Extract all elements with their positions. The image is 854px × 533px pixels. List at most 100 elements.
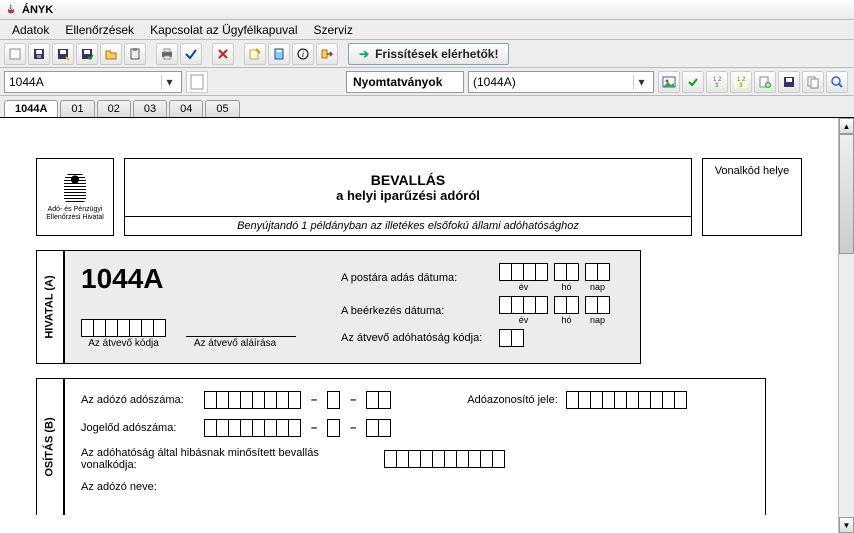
section-b-label: OSÍTÁS (B) <box>36 378 64 515</box>
scroll-thumb[interactable] <box>839 134 854 254</box>
authcode-label: Az átvevő adóhatóság kódja: <box>341 332 491 344</box>
info-icon[interactable]: i <box>292 43 314 65</box>
tab-01[interactable]: 01 <box>60 100 94 117</box>
content-area: ▲ ▼ Adó- és Pénzügyi Ellenőrzési Hivatal… <box>0 118 854 533</box>
add-page-icon[interactable] <box>754 71 776 93</box>
numbers1-icon[interactable]: 123 <box>706 71 728 93</box>
taxno-cells-3[interactable] <box>366 391 391 409</box>
faulty-label: Az adóhatóság által hibásnak minősített … <box>81 447 376 471</box>
zoom-icon[interactable] <box>826 71 848 93</box>
taxid-label: Adóazonosító jele: <box>467 394 558 406</box>
taxno-cells-1[interactable] <box>204 391 301 409</box>
form-subtitle: Benyújtandó 1 példányban az illetékes el… <box>125 216 691 235</box>
scroll-up-icon[interactable]: ▲ <box>839 118 854 134</box>
authority-logo-box: Adó- és Pénzügyi Ellenőrzési Hivatal <box>36 158 114 236</box>
print-combo-value: (1044A) <box>473 75 629 89</box>
barcode-label: Vonalkód helye <box>715 165 790 177</box>
pred-cells-2[interactable] <box>327 419 340 437</box>
page-icon[interactable] <box>186 71 208 93</box>
receiver-code-cells[interactable] <box>81 319 166 337</box>
print-combo[interactable]: (1044A) ▾ <box>468 71 654 93</box>
postdate-year[interactable] <box>499 263 548 281</box>
selector-bar: 1044A ▾ Nyomtatványok (1044A) ▾ 123 123 <box>0 68 854 96</box>
recvdate-month[interactable] <box>554 296 579 314</box>
form-combo[interactable]: 1044A ▾ <box>4 71 182 93</box>
check-icon[interactable] <box>180 43 202 65</box>
new-icon[interactable] <box>4 43 26 65</box>
postdate-day[interactable] <box>585 263 610 281</box>
exit-icon[interactable] <box>316 43 338 65</box>
name-label: Az adózó neve: <box>81 481 196 493</box>
authority-line1: Adó- és Pénzügyi <box>48 206 103 214</box>
authcode-cells[interactable] <box>499 329 524 347</box>
taxno-label: Az adózó adószáma: <box>81 394 196 406</box>
menu-ellenorzesek[interactable]: Ellenőrzések <box>57 23 142 37</box>
form-page: Adó- és Pénzügyi Ellenőrzési Hivatal BEV… <box>0 118 838 533</box>
taxid-cells[interactable] <box>566 391 687 409</box>
java-icon <box>4 3 18 17</box>
authority-line2: Ellenőrzési Hivatal <box>46 214 104 222</box>
postdate-month[interactable] <box>554 263 579 281</box>
print-icon[interactable] <box>156 43 178 65</box>
section-a-label: HIVATAL (A) <box>36 250 64 364</box>
svg-text:i: i <box>302 50 304 59</box>
menubar: Adatok Ellenőrzések Kapcsolat az Ügyfélk… <box>0 20 854 40</box>
tab-05[interactable]: 05 <box>205 100 239 117</box>
save-as-icon[interactable] <box>52 43 74 65</box>
delete-icon[interactable] <box>212 43 234 65</box>
calc-icon[interactable] <box>268 43 290 65</box>
image-icon[interactable] <box>658 71 680 93</box>
print-label: Nyomtatványok <box>353 75 442 89</box>
update-arrow-icon: ➔ <box>359 47 369 61</box>
receiver-code-label: Az átvevő kódja <box>81 338 166 349</box>
toolbar: i ➔ Frissítések elérhetők! <box>0 40 854 68</box>
recvdate-label: A beérkezés dátuma: <box>341 305 491 317</box>
save-check-icon[interactable] <box>76 43 98 65</box>
menu-kapcsolat[interactable]: Kapcsolat az Ügyfélkapuval <box>142 23 305 37</box>
validate-icon[interactable] <box>682 71 704 93</box>
open-icon[interactable] <box>100 43 122 65</box>
recvdate-day[interactable] <box>585 296 610 314</box>
coat-of-arms-icon <box>64 172 86 202</box>
form-title-line1: BEVALLÁS <box>371 172 445 188</box>
chevron-down-icon: ▾ <box>161 75 177 89</box>
svg-text:2: 2 <box>718 77 722 83</box>
faulty-cells[interactable] <box>384 450 505 468</box>
numbers2-icon[interactable]: 123 <box>730 71 752 93</box>
vertical-scrollbar[interactable]: ▲ ▼ <box>838 118 854 533</box>
scroll-down-icon[interactable]: ▼ <box>839 517 854 533</box>
pred-cells-1[interactable] <box>204 419 301 437</box>
edit-icon[interactable] <box>244 43 266 65</box>
pred-cells-3[interactable] <box>366 419 391 437</box>
form-title-line2: a helyi iparűzési adóról <box>336 188 480 203</box>
menu-adatok[interactable]: Adatok <box>4 23 57 37</box>
section-b: Az adózó adószáma: – – Adóazonosító jele… <box>64 378 766 515</box>
tab-04[interactable]: 04 <box>169 100 203 117</box>
tab-bar: 1044A 01 02 03 04 05 <box>0 96 854 118</box>
form-code: 1044A <box>81 263 341 295</box>
taxno-cells-2[interactable] <box>327 391 340 409</box>
receiver-signature-line <box>186 319 296 337</box>
tab-03[interactable]: 03 <box>133 100 167 117</box>
clipboard-icon[interactable] <box>124 43 146 65</box>
form-combo-value: 1044A <box>9 75 157 89</box>
form-title-box: BEVALLÁS a helyi iparűzési adóról Benyúj… <box>124 158 692 236</box>
receiver-signature-label: Az átvevő aláírása <box>174 338 296 349</box>
copy-icon[interactable] <box>802 71 824 93</box>
tab-02[interactable]: 02 <box>97 100 131 117</box>
recvdate-year[interactable] <box>499 296 548 314</box>
postdate-label: A postára adás dátuma: <box>341 272 491 284</box>
barcode-placeholder: Vonalkód helye <box>702 158 802 236</box>
save2-icon[interactable] <box>778 71 800 93</box>
section-a: 1044A Az átvevő kódja Az átvevő aláírása <box>64 250 641 364</box>
chevron-down-icon: ▾ <box>633 75 649 89</box>
save-icon[interactable] <box>28 43 50 65</box>
tab-1044A[interactable]: 1044A <box>4 100 58 117</box>
menu-szerviz[interactable]: Szerviz <box>305 23 360 37</box>
print-label-box: Nyomtatványok <box>346 71 464 93</box>
updates-button[interactable]: ➔ Frissítések elérhetők! <box>348 43 509 65</box>
updates-label: Frissítések elérhetők! <box>375 47 498 61</box>
pred-label: Jogelőd adószáma: <box>81 422 196 434</box>
window-title: ÁNYK <box>22 4 53 16</box>
window-titlebar: ÁNYK <box>0 0 854 20</box>
